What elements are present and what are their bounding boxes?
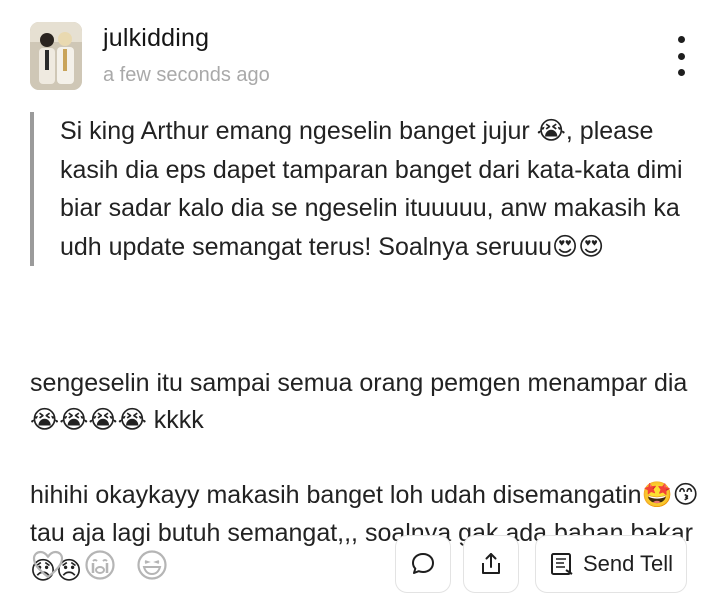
share-button[interactable] — [463, 535, 519, 593]
heart-icon[interactable] — [32, 549, 64, 581]
action-bar: Send Tell — [30, 535, 710, 593]
dot-icon — [677, 36, 685, 43]
more-vertical-icon[interactable] — [672, 36, 690, 76]
reply-line: sengeselin itu sampai semua orang pemgen… — [30, 368, 688, 435]
send-tell-button[interactable]: Send Tell — [535, 535, 687, 593]
post-header: julkidding a few seconds ago — [30, 22, 690, 92]
crying-face-icon[interactable] — [84, 549, 116, 581]
comment-button[interactable] — [395, 535, 451, 593]
send-tell-label: Send Tell — [582, 551, 674, 576]
share-icon — [482, 553, 500, 574]
comment-bubble-icon — [412, 553, 434, 574]
username[interactable]: julkidding — [103, 24, 209, 53]
avatar[interactable] — [30, 22, 82, 90]
quoted-message: Si king Arthur emang ngeselin banget juj… — [30, 112, 700, 266]
scroll-icon — [550, 553, 573, 575]
dot-icon — [677, 52, 685, 60]
laughing-face-icon[interactable] — [136, 549, 168, 581]
dot-icon — [677, 69, 685, 76]
timestamp: a few seconds ago — [103, 64, 270, 86]
